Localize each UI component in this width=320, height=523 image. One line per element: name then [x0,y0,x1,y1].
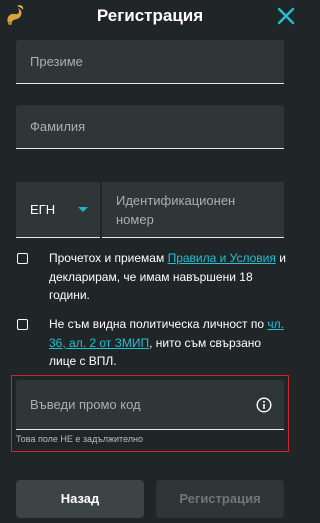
back-button[interactable]: Назад [16,480,144,518]
promo-field[interactable] [16,380,284,430]
id-number-placeholder: Идентификационен номер [116,193,236,227]
page-title: Регистрация [96,6,204,25]
close-icon[interactable] [276,6,296,26]
pep-checkbox[interactable] [17,319,28,330]
terms-link[interactable]: Правила и Условия [168,251,276,265]
id-type-select[interactable]: ЕГН [16,182,100,238]
id-number-field[interactable]: Идентификационен номер [102,182,284,238]
id-group: ЕГН Идентификационен номер [16,182,284,238]
info-icon[interactable] [256,397,272,413]
promo-input[interactable] [16,380,246,429]
surname-input[interactable] [16,40,284,83]
terms-text: Прочетох и приемам Правила и Условия и д… [49,251,286,302]
caret-down-icon [78,207,88,212]
lastname-field[interactable] [16,105,284,149]
register-button[interactable]: Регистрация [156,480,284,518]
terms-checkbox[interactable] [17,253,28,264]
lastname-input[interactable] [16,105,284,148]
header: Регистрация [0,0,300,34]
surname-field[interactable] [16,40,284,84]
promo-section: Това поле НЕ е задължително [11,375,289,452]
promo-helper-text: Това поле НЕ е задължително [16,434,143,444]
pep-text: Не съм видна политическа личност по чл. … [49,317,284,368]
id-type-value: ЕГН [30,202,56,217]
